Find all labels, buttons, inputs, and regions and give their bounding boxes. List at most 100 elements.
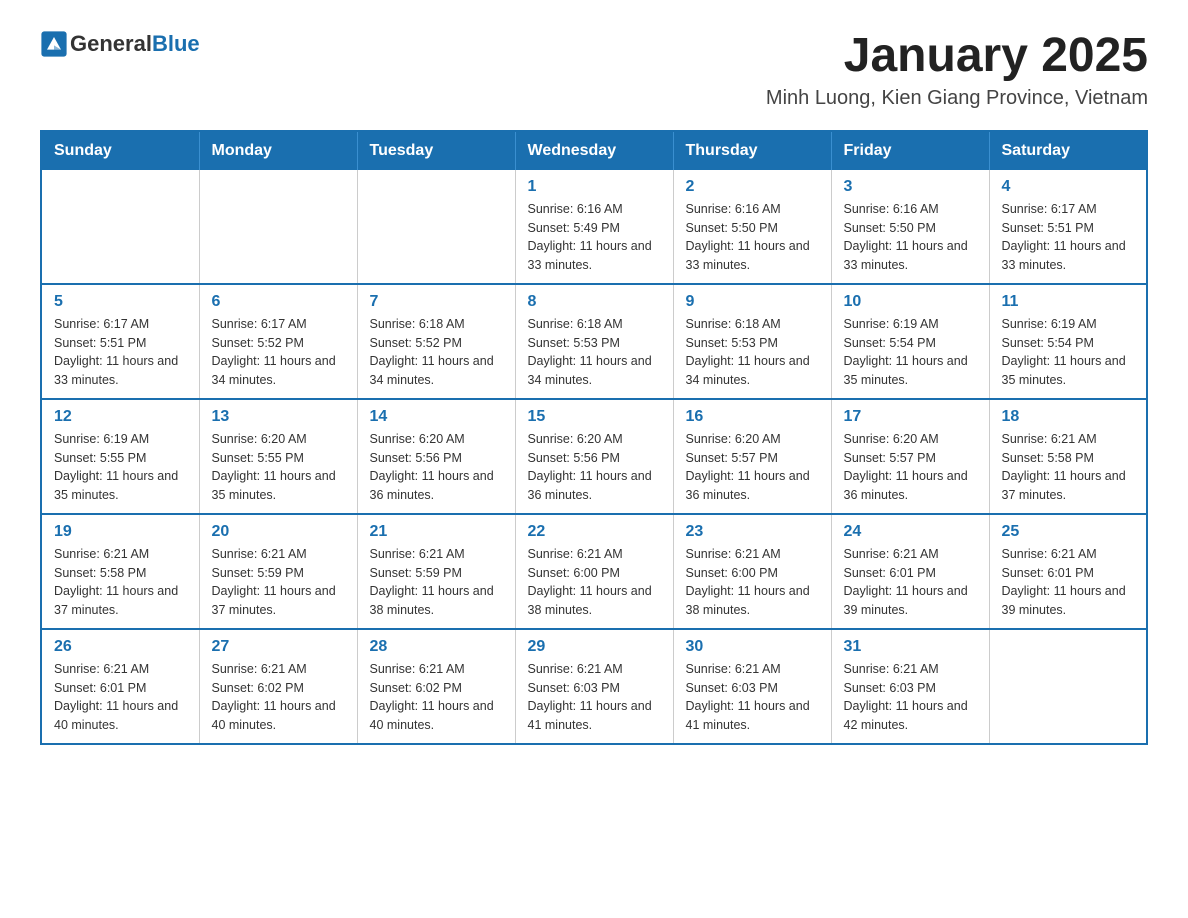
day-info: Sunrise: 6:16 AMSunset: 5:49 PMDaylight:…: [528, 200, 661, 275]
calendar-cell: 11 Sunrise: 6:19 AMSunset: 5:54 PMDayligh…: [989, 284, 1147, 399]
calendar-cell: 8 Sunrise: 6:18 AMSunset: 5:53 PMDaylight…: [515, 284, 673, 399]
calendar-cell: 20 Sunrise: 6:21 AMSunset: 5:59 PMDayligh…: [199, 514, 357, 629]
day-number: 6: [212, 293, 345, 311]
day-info: Sunrise: 6:19 AMSunset: 5:54 PMDaylight:…: [844, 315, 977, 390]
day-number: 11: [1002, 293, 1135, 311]
day-number: 29: [528, 638, 661, 656]
calendar-cell: 22 Sunrise: 6:21 AMSunset: 6:00 PMDayligh…: [515, 514, 673, 629]
calendar-cell: 13 Sunrise: 6:20 AMSunset: 5:55 PMDayligh…: [199, 399, 357, 514]
day-number: 4: [1002, 178, 1135, 196]
day-number: 30: [686, 638, 819, 656]
calendar-cell: 21 Sunrise: 6:21 AMSunset: 5:59 PMDayligh…: [357, 514, 515, 629]
day-info: Sunrise: 6:21 AMSunset: 6:03 PMDaylight:…: [844, 660, 977, 735]
weekday-header-wednesday: Wednesday: [515, 131, 673, 170]
day-info: Sunrise: 6:21 AMSunset: 6:03 PMDaylight:…: [686, 660, 819, 735]
logo-general-text: General: [70, 31, 152, 56]
day-info: Sunrise: 6:20 AMSunset: 5:55 PMDaylight:…: [212, 430, 345, 505]
day-number: 10: [844, 293, 977, 311]
day-info: Sunrise: 6:20 AMSunset: 5:57 PMDaylight:…: [686, 430, 819, 505]
day-info: Sunrise: 6:21 AMSunset: 5:59 PMDaylight:…: [370, 545, 503, 620]
day-info: Sunrise: 6:18 AMSunset: 5:52 PMDaylight:…: [370, 315, 503, 390]
calendar-cell: 16Sunrise: 6:20 AMSunset: 5:57 PMDayligh…: [673, 399, 831, 514]
header: GeneralBlue January 2025 Minh Luong, Kie…: [40, 30, 1148, 110]
calendar-week-row: 12 Sunrise: 6:19 AMSunset: 5:55 PMDayligh…: [41, 399, 1147, 514]
day-number: 3: [844, 178, 977, 196]
day-info: Sunrise: 6:19 AMSunset: 5:55 PMDaylight:…: [54, 430, 187, 505]
day-number: 23: [686, 523, 819, 541]
day-info: Sunrise: 6:20 AMSunset: 5:57 PMDaylight:…: [844, 430, 977, 505]
calendar-cell: [989, 629, 1147, 744]
day-info: Sunrise: 6:21 AMSunset: 6:03 PMDaylight:…: [528, 660, 661, 735]
day-number: 15: [528, 408, 661, 426]
day-number: 1: [528, 178, 661, 196]
day-info: Sunrise: 6:21 AMSunset: 6:00 PMDaylight:…: [686, 545, 819, 620]
calendar-cell: [41, 170, 199, 284]
calendar-cell: 17 Sunrise: 6:20 AMSunset: 5:57 PMDayligh…: [831, 399, 989, 514]
title-block: January 2025 Minh Luong, Kien Giang Prov…: [766, 30, 1148, 110]
day-number: 2: [686, 178, 819, 196]
calendar-table: SundayMondayTuesdayWednesdayThursdayFrid…: [40, 130, 1148, 745]
weekday-header-sunday: Sunday: [41, 131, 199, 170]
calendar-cell: 28Sunrise: 6:21 AMSunset: 6:02 PMDayligh…: [357, 629, 515, 744]
day-info: Sunrise: 6:20 AMSunset: 5:56 PMDaylight:…: [370, 430, 503, 505]
day-info: Sunrise: 6:21 AMSunset: 5:59 PMDaylight:…: [212, 545, 345, 620]
calendar-cell: 4Sunrise: 6:17 AMSunset: 5:51 PMDaylight…: [989, 170, 1147, 284]
day-info: Sunrise: 6:18 AMSunset: 5:53 PMDaylight:…: [686, 315, 819, 390]
day-info: Sunrise: 6:21 AMSunset: 6:01 PMDaylight:…: [54, 660, 187, 735]
calendar-cell: 14Sunrise: 6:20 AMSunset: 5:56 PMDayligh…: [357, 399, 515, 514]
calendar-cell: 29 Sunrise: 6:21 AMSunset: 6:03 PMDayligh…: [515, 629, 673, 744]
day-number: 19: [54, 523, 187, 541]
day-number: 13: [212, 408, 345, 426]
calendar-cell: 10 Sunrise: 6:19 AMSunset: 5:54 PMDayligh…: [831, 284, 989, 399]
weekday-header-thursday: Thursday: [673, 131, 831, 170]
calendar-week-row: 1 Sunrise: 6:16 AMSunset: 5:49 PMDaylight…: [41, 170, 1147, 284]
calendar-cell: 7Sunrise: 6:18 AMSunset: 5:52 PMDaylight…: [357, 284, 515, 399]
day-info: Sunrise: 6:17 AMSunset: 5:51 PMDaylight:…: [54, 315, 187, 390]
weekday-header-friday: Friday: [831, 131, 989, 170]
calendar-cell: 6 Sunrise: 6:17 AMSunset: 5:52 PMDaylight…: [199, 284, 357, 399]
day-number: 12: [54, 408, 187, 426]
calendar-cell: 27 Sunrise: 6:21 AMSunset: 6:02 PMDayligh…: [199, 629, 357, 744]
calendar-cell: 15 Sunrise: 6:20 AMSunset: 5:56 PMDayligh…: [515, 399, 673, 514]
day-info: Sunrise: 6:21 AMSunset: 6:02 PMDaylight:…: [212, 660, 345, 735]
weekday-header-row: SundayMondayTuesdayWednesdayThursdayFrid…: [41, 131, 1147, 170]
calendar-cell: 25 Sunrise: 6:21 AMSunset: 6:01 PMDayligh…: [989, 514, 1147, 629]
day-number: 31: [844, 638, 977, 656]
day-info: Sunrise: 6:17 AMSunset: 5:52 PMDaylight:…: [212, 315, 345, 390]
day-number: 20: [212, 523, 345, 541]
day-number: 25: [1002, 523, 1135, 541]
calendar-week-row: 19Sunrise: 6:21 AMSunset: 5:58 PMDayligh…: [41, 514, 1147, 629]
calendar-week-row: 26Sunrise: 6:21 AMSunset: 6:01 PMDayligh…: [41, 629, 1147, 744]
day-number: 9: [686, 293, 819, 311]
day-info: Sunrise: 6:19 AMSunset: 5:54 PMDaylight:…: [1002, 315, 1135, 390]
calendar-cell: 12 Sunrise: 6:19 AMSunset: 5:55 PMDayligh…: [41, 399, 199, 514]
weekday-header-saturday: Saturday: [989, 131, 1147, 170]
day-info: Sunrise: 6:16 AMSunset: 5:50 PMDaylight:…: [686, 200, 819, 275]
day-number: 22: [528, 523, 661, 541]
day-info: Sunrise: 6:21 AMSunset: 5:58 PMDaylight:…: [1002, 430, 1135, 505]
calendar-cell: [199, 170, 357, 284]
weekday-header-monday: Monday: [199, 131, 357, 170]
day-info: Sunrise: 6:21 AMSunset: 6:01 PMDaylight:…: [1002, 545, 1135, 620]
day-number: 8: [528, 293, 661, 311]
calendar-cell: 19Sunrise: 6:21 AMSunset: 5:58 PMDayligh…: [41, 514, 199, 629]
day-info: Sunrise: 6:21 AMSunset: 6:00 PMDaylight:…: [528, 545, 661, 620]
logo-blue-text: Blue: [152, 31, 200, 56]
calendar-cell: 2 Sunrise: 6:16 AMSunset: 5:50 PMDaylight…: [673, 170, 831, 284]
day-number: 27: [212, 638, 345, 656]
calendar-cell: 24Sunrise: 6:21 AMSunset: 6:01 PMDayligh…: [831, 514, 989, 629]
calendar-cell: 18Sunrise: 6:21 AMSunset: 5:58 PMDayligh…: [989, 399, 1147, 514]
day-number: 28: [370, 638, 503, 656]
calendar-cell: 31 Sunrise: 6:21 AMSunset: 6:03 PMDayligh…: [831, 629, 989, 744]
calendar-cell: 30 Sunrise: 6:21 AMSunset: 6:03 PMDayligh…: [673, 629, 831, 744]
weekday-header-tuesday: Tuesday: [357, 131, 515, 170]
day-info: Sunrise: 6:20 AMSunset: 5:56 PMDaylight:…: [528, 430, 661, 505]
calendar-cell: [357, 170, 515, 284]
day-info: Sunrise: 6:18 AMSunset: 5:53 PMDaylight:…: [528, 315, 661, 390]
calendar-cell: 9 Sunrise: 6:18 AMSunset: 5:53 PMDaylight…: [673, 284, 831, 399]
day-number: 17: [844, 408, 977, 426]
calendar-cell: 23 Sunrise: 6:21 AMSunset: 6:00 PMDayligh…: [673, 514, 831, 629]
logo: GeneralBlue: [40, 30, 200, 58]
calendar-cell: 1 Sunrise: 6:16 AMSunset: 5:49 PMDaylight…: [515, 170, 673, 284]
day-number: 21: [370, 523, 503, 541]
